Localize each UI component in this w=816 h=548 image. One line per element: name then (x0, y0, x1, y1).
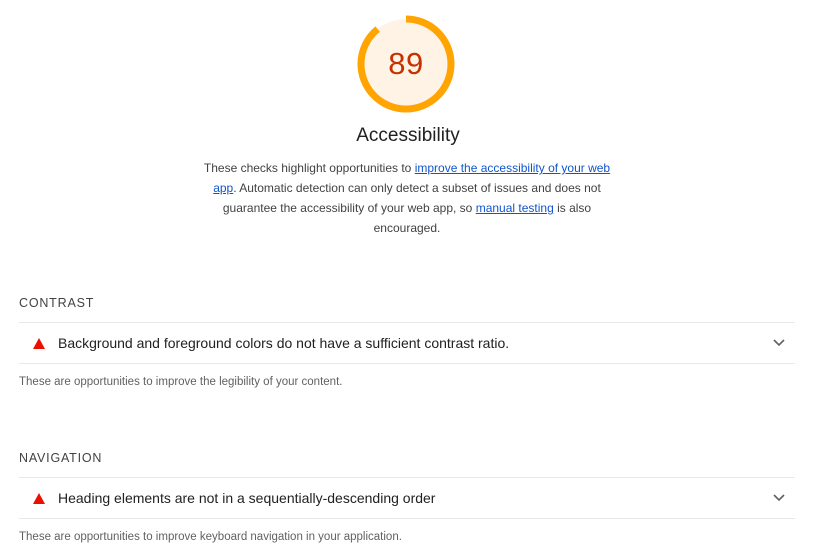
description-text-1: These checks highlight opportunities to (203, 161, 415, 175)
score-value: 89 (388, 46, 424, 81)
category-description: These checks highlight opportunities to … (203, 158, 611, 238)
group-title-navigation: NAVIGATION (19, 451, 103, 465)
group-description-contrast: These are opportunities to improve the l… (19, 376, 343, 388)
category-title: Accessibility (356, 125, 460, 146)
manual-testing-link[interactable]: manual testing (476, 201, 554, 215)
fail-triangle-icon (33, 492, 45, 504)
audit-title: Background and foreground colors do not … (58, 335, 510, 351)
group-title-contrast: CONTRAST (19, 296, 95, 310)
audit-contrast-ratio[interactable]: Background and foreground colors do not … (19, 322, 795, 364)
audit-heading-order[interactable]: Heading elements are not in a sequential… (19, 477, 795, 519)
audit-title: Heading elements are not in a sequential… (58, 490, 436, 506)
fail-triangle-icon (33, 337, 45, 349)
group-description-navigation: These are opportunities to improve keybo… (19, 531, 402, 543)
score-gauge: 89 (357, 15, 455, 113)
chevron-down-icon[interactable] (769, 488, 789, 508)
chevron-down-icon[interactable] (769, 333, 789, 353)
